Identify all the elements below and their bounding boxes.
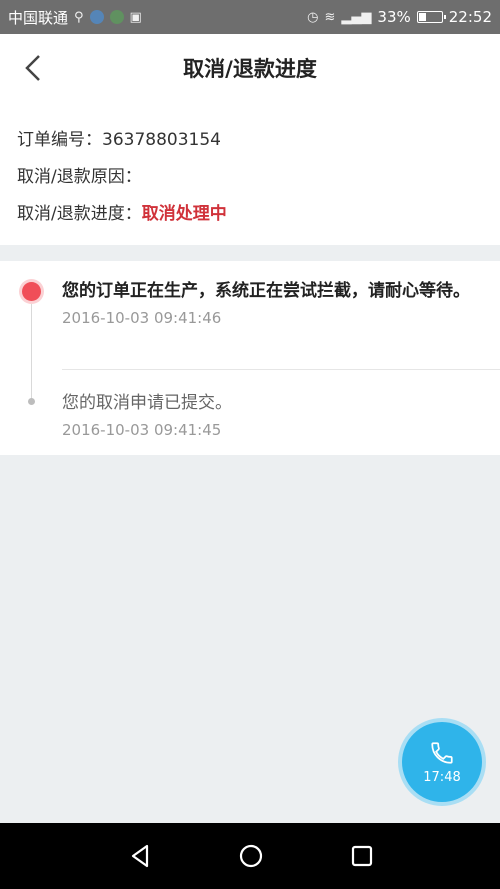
order-number-label: 订单编号： — [17, 130, 102, 150]
refund-progress-label: 取消/退款进度： — [17, 204, 142, 224]
timeline-item-time: 2016-10-03 09:41:45 — [62, 421, 222, 439]
app-header: 取消/退款进度 — [0, 34, 500, 103]
order-info-card: 订单编号： 36378803154 取消/退款原因： 取消/退款进度： 取消处理… — [0, 102, 500, 245]
page-title: 取消/退款进度 — [183, 57, 317, 81]
timeline-item: 您的取消申请已提交。 2016-10-03 09:41:45 — [62, 391, 480, 439]
status-bar-left: 中国联通 ⚲ ▣ — [8, 7, 142, 28]
circle-home-icon[interactable] — [236, 841, 266, 871]
image-icon: ▣ — [129, 9, 142, 25]
search-icon: ⚲ — [74, 9, 84, 25]
timeline-item-text: 您的订单正在生产，系统正在尝试拦截，请耐心等待。 — [62, 281, 470, 301]
signal-icon: ▂▄▆ — [341, 9, 372, 25]
progress-timeline: 您的订单正在生产，系统正在尝试拦截，请耐心等待。 2016-10-03 09:4… — [0, 261, 500, 455]
refund-reason-label: 取消/退款原因： — [17, 167, 142, 187]
square-recent-icon[interactable] — [347, 841, 377, 871]
app-notification-icon — [109, 10, 124, 24]
timeline-divider — [62, 369, 500, 370]
order-number-value: 36378803154 — [102, 130, 221, 150]
timeline-past-dot — [28, 398, 35, 405]
call-button[interactable]: 17:48 — [402, 722, 482, 802]
timeline-line — [31, 301, 32, 401]
refund-progress-status: 取消处理中 — [141, 204, 227, 224]
back-button[interactable] — [18, 52, 48, 84]
battery-percent: 33% — [377, 8, 411, 26]
status-bar-right: ◷ ≋ ▂▄▆ 33% 22:52 — [307, 8, 492, 26]
timeline-item-time: 2016-10-03 09:41:46 — [62, 309, 222, 327]
alarm-icon: ◷ — [307, 9, 319, 25]
refund-reason-row: 取消/退款原因： — [17, 163, 500, 200]
system-nav-bar — [0, 823, 500, 889]
order-number-row: 订单编号： 36378803154 — [17, 126, 500, 163]
app-notification-icon — [89, 10, 104, 24]
phone-icon — [431, 741, 453, 764]
wifi-icon: ≋ — [324, 9, 336, 25]
timeline-current-dot — [22, 282, 41, 301]
timeline-item: 您的订单正在生产，系统正在尝试拦截，请耐心等待。 2016-10-03 09:4… — [62, 279, 480, 327]
call-duration: 17:48 — [423, 769, 461, 785]
carrier-name: 中国联通 — [8, 8, 69, 27]
battery-icon — [416, 11, 446, 23]
triangle-back-icon[interactable] — [125, 841, 155, 871]
refund-progress-row: 取消/退款进度： 取消处理中 — [17, 200, 500, 237]
status-bar: 中国联通 ⚲ ▣ ◷ ≋ ▂▄▆ 33% 22:52 — [0, 0, 500, 34]
chevron-left-icon — [25, 55, 40, 81]
timeline-item-text: 您的取消申请已提交。 — [62, 393, 232, 413]
clock: 22:52 — [448, 8, 492, 26]
